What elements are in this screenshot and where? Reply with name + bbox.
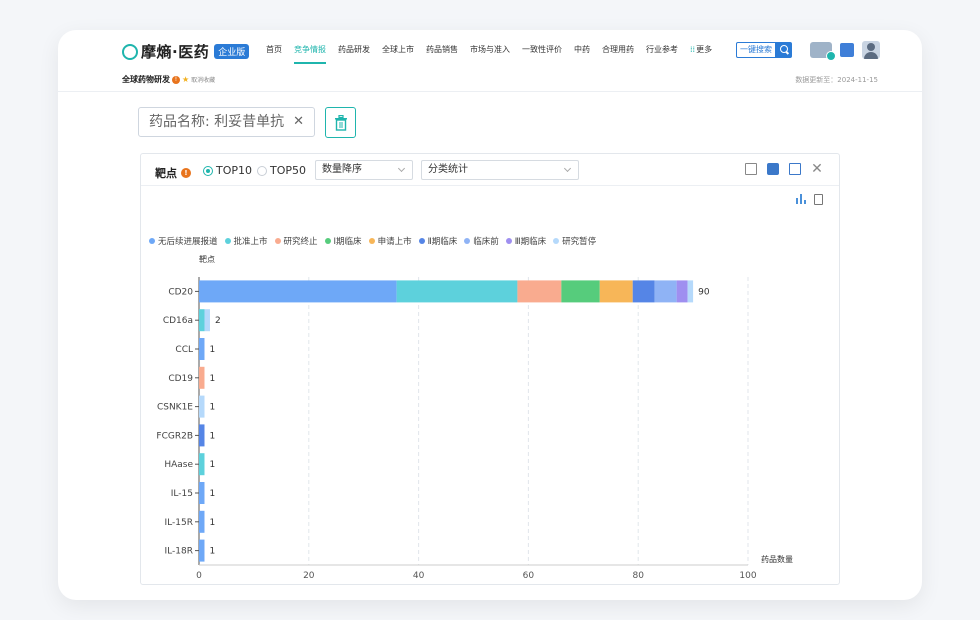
bar-total-label: 1 (209, 547, 215, 557)
bar-segment (199, 510, 205, 533)
bar-segment (199, 453, 205, 476)
nav-item[interactable]: 全球上市 (376, 44, 420, 64)
nav-item[interactable]: ⁞⁞更多 (684, 44, 718, 64)
info-icon[interactable]: ! (172, 75, 180, 84)
bar-segment (517, 280, 562, 303)
more-grid-icon: ⁞⁞ (690, 45, 696, 54)
trash-icon (335, 115, 347, 131)
nav-item[interactable]: 药品销售 (420, 44, 464, 64)
data-updated-text: 数据更新至：2024-11-15 (795, 76, 878, 84)
nav-item[interactable]: 合理用药 (596, 44, 640, 64)
x-axis-title: 药品数量 (761, 554, 793, 564)
vip-icon[interactable] (810, 42, 836, 61)
bar-segment (676, 280, 688, 303)
bar-segment (599, 280, 633, 303)
bar-segment (199, 338, 205, 360)
bar-total-label: 1 (209, 431, 215, 441)
x-tick-label: 0 (196, 571, 202, 581)
y-axis-title: 靶点 (199, 254, 215, 264)
bar-total-label: 1 (209, 518, 215, 528)
x-tick-label: 20 (303, 571, 315, 581)
bar-segment (199, 424, 205, 447)
bar-total-label: 2 (215, 316, 221, 326)
close-icon[interactable]: ✕ (293, 108, 304, 136)
category-label: FCGR2B (156, 431, 193, 441)
bar-segment (561, 280, 600, 303)
breadcrumb: 全球药物研发 ! ★ 取消收藏 (122, 74, 215, 85)
x-tick-label: 60 (523, 571, 535, 581)
category-label: CSNK1E (157, 403, 193, 413)
nav-item[interactable]: 市场与准入 (464, 44, 516, 64)
main-nav: 首页 竞争情报 药品研发 全球上市 药品销售 市场与准入 一致性评价 中药 合理用药 行业参考 ⁞⁞… (260, 44, 718, 64)
bar-segment (204, 309, 210, 332)
bar-total-label: 90 (698, 287, 710, 297)
top-navigation-bar: 摩熵·医药 企业版 首页 竞争情报 药品研发 全球上市 药品销售 市场与准入 一致性评价 中药… (58, 30, 922, 92)
nav-item[interactable]: 中药 (568, 44, 596, 64)
filter-chip-label: 药品名称: 利妥昔单抗 (149, 114, 285, 130)
enterprise-badge: 企业版 (214, 44, 250, 59)
category-label: CD16a (163, 316, 193, 326)
bar-segment (199, 366, 205, 389)
bar-segment (199, 395, 205, 418)
x-tick-label: 100 (739, 571, 756, 581)
category-label: CCL (175, 345, 193, 355)
target-chart-panel: 靶点 ! TOP10 TOP50 数量降序 分类统计 ✕ 无后续进展报道 批准上… (140, 153, 840, 585)
bar-segment (199, 539, 205, 562)
bar-segment (396, 280, 518, 303)
star-icon[interactable]: ★ (182, 75, 189, 84)
nav-item[interactable]: 药品研发 (332, 44, 376, 64)
bar-total-label: 1 (209, 489, 215, 499)
x-tick-label: 40 (413, 571, 425, 581)
category-label: CD19 (168, 374, 193, 384)
nav-item[interactable]: 竞争情报 (288, 44, 332, 64)
bar-segment (654, 280, 677, 303)
message-icon[interactable] (840, 43, 854, 57)
unfavorite-link[interactable]: 取消收藏 (191, 75, 215, 84)
brand-name: 摩熵·医药 (141, 43, 210, 61)
main-card: 摩熵·医药 企业版 首页 竞争情报 药品研发 全球上市 药品销售 市场与准入 一致性评价 中药… (58, 30, 922, 600)
brand-logo[interactable]: 摩熵·医药 企业版 (122, 41, 250, 62)
quick-search: 一键搜索 (736, 42, 792, 58)
quick-search-button[interactable]: 一键搜索 (736, 42, 776, 58)
category-label: IL-15R (165, 518, 193, 528)
nav-item[interactable]: 一致性评价 (516, 44, 568, 64)
bar-segment (199, 280, 397, 303)
avatar[interactable] (862, 41, 880, 59)
user-toolbar (810, 41, 880, 61)
category-label: IL-15 (171, 489, 193, 499)
bar-total-label: 1 (209, 460, 215, 470)
category-label: IL-18R (165, 547, 193, 557)
bar-total-label: 1 (209, 374, 215, 384)
nav-item[interactable]: 行业参考 (640, 44, 684, 64)
nav-item-label: 更多 (696, 45, 713, 54)
bar-segment (199, 309, 205, 332)
bar-segment (632, 280, 655, 303)
clear-filters-button[interactable] (325, 107, 356, 138)
bar-segment (199, 482, 205, 504)
x-tick-label: 80 (632, 571, 644, 581)
stacked-bar-chart: 0 20 40 60 80 100 靶点药品数量 CD20 90 CD16a 2 CCL 1 CD19 1 C… (156, 254, 793, 581)
bar-total-label: 1 (209, 345, 215, 355)
category-label: HAase (164, 460, 193, 470)
page-title: 全球药物研发 (122, 75, 170, 84)
nav-item[interactable]: 首页 (260, 44, 288, 64)
category-label: CD20 (168, 287, 193, 297)
filter-chip[interactable]: 药品名称: 利妥昔单抗 ✕ (138, 107, 315, 137)
bar-total-label: 1 (209, 403, 215, 413)
logo-icon (122, 43, 138, 60)
bar-segment (687, 280, 694, 303)
search-icon[interactable] (776, 42, 792, 58)
